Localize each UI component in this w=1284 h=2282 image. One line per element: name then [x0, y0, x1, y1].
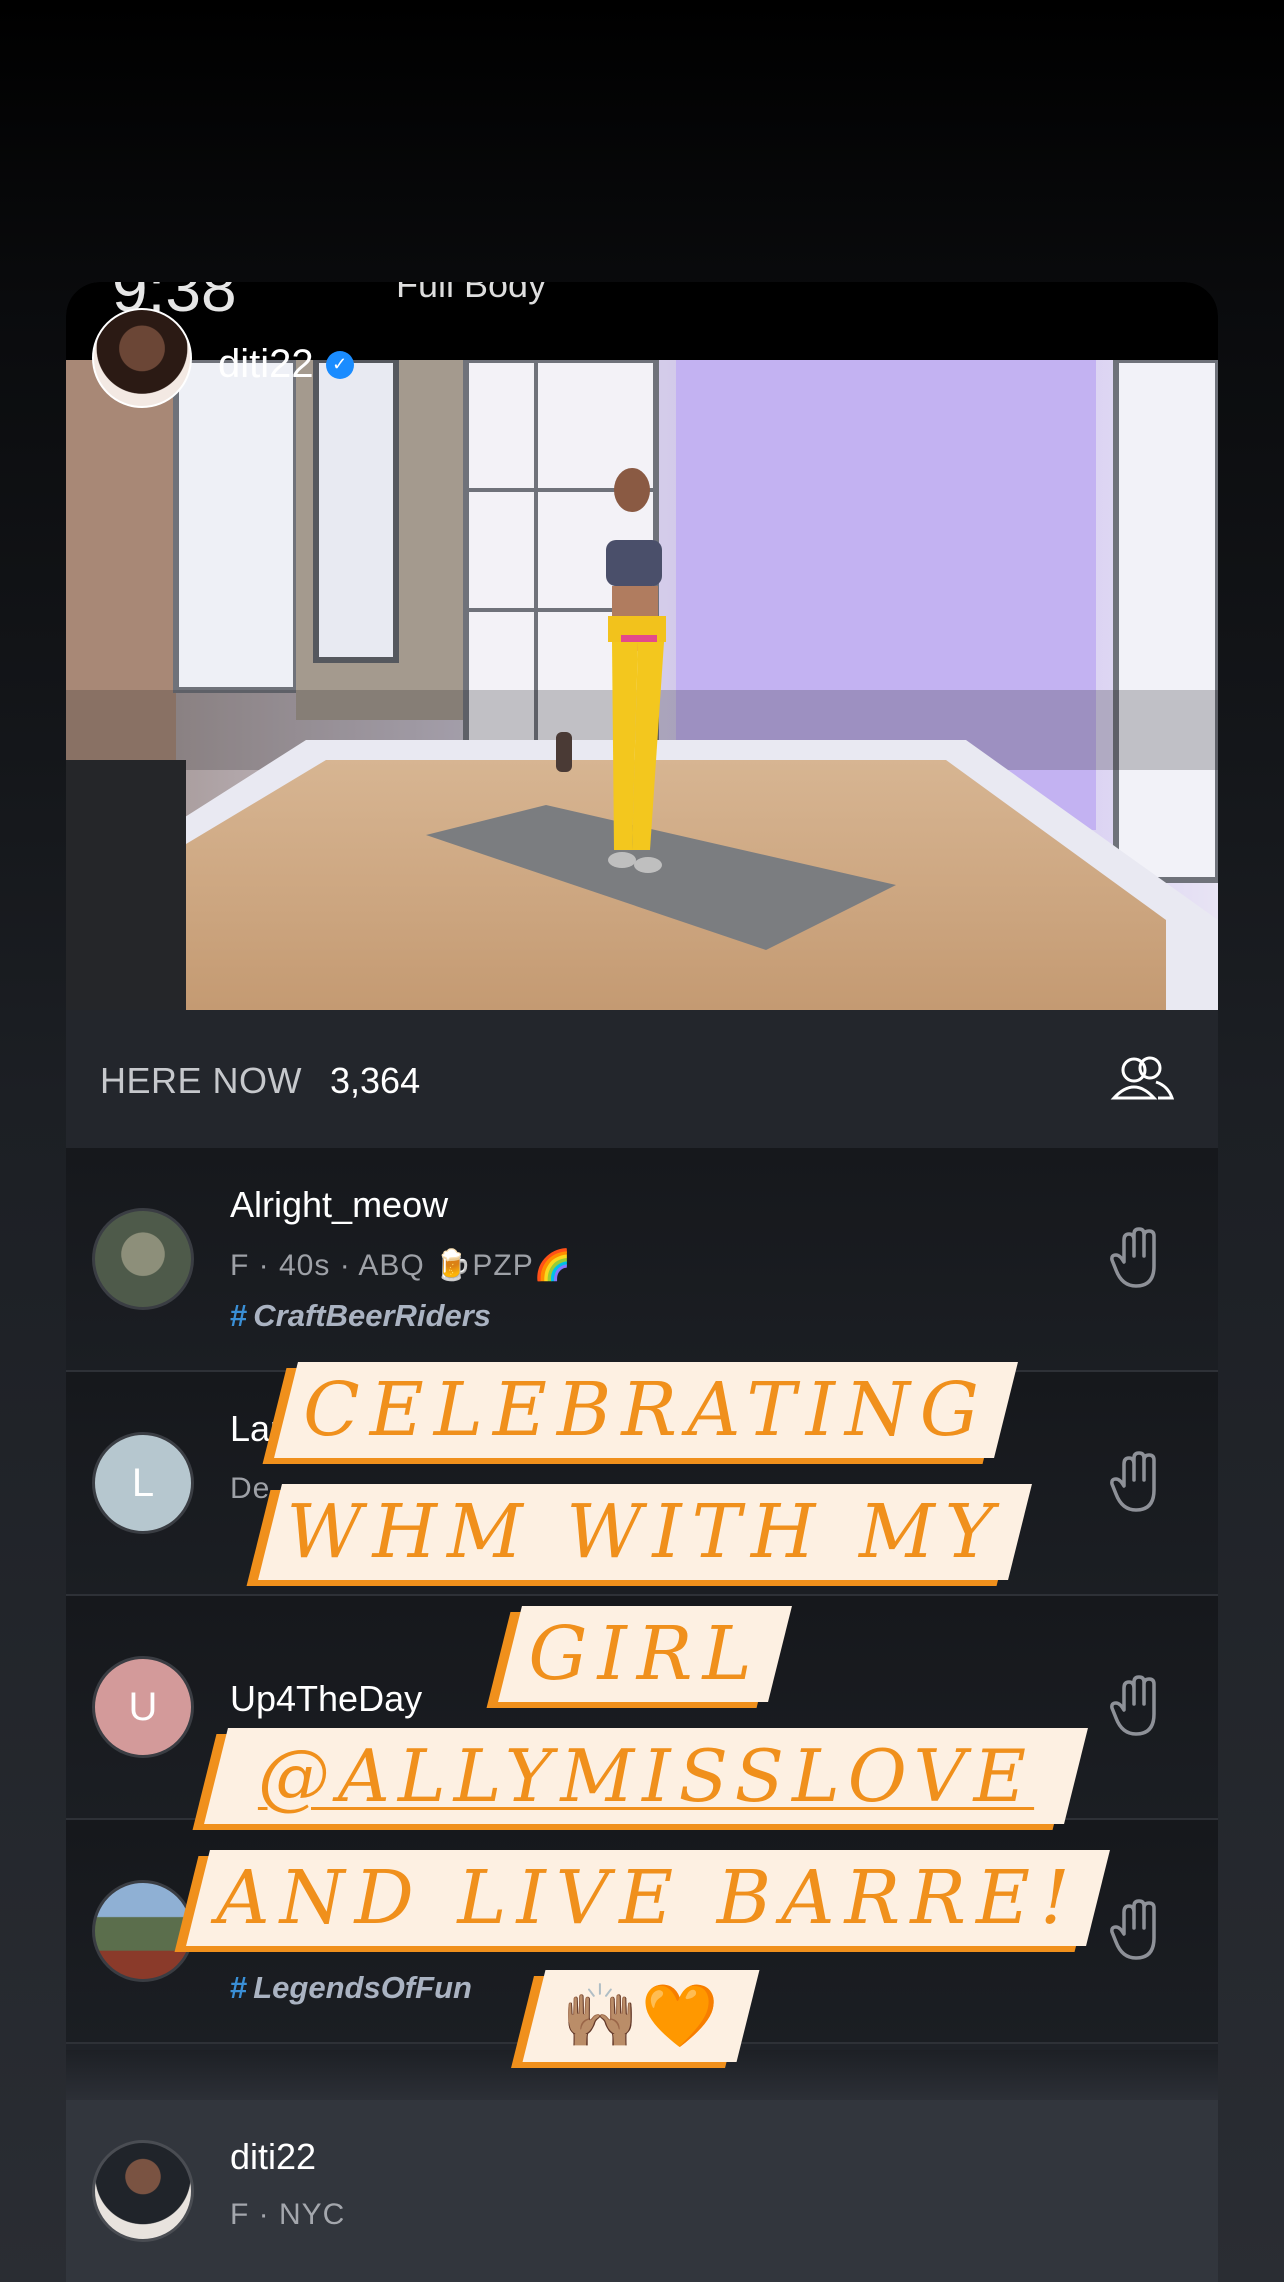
- video-player[interactable]: [66, 360, 1218, 1010]
- host-name[interactable]: diti22 ✓: [218, 342, 354, 387]
- host-avatar[interactable]: [92, 308, 192, 408]
- class-video-frame: [66, 360, 1218, 1010]
- raised-hand-icon[interactable]: [1110, 1674, 1166, 1743]
- caption-line-5: AND LIVE BARRE!: [186, 1850, 1110, 1946]
- self-row: diti22 F · NYC: [66, 2100, 1218, 2282]
- avatar[interactable]: [92, 1880, 194, 1982]
- avatar[interactable]: [92, 2140, 194, 2242]
- caption-emoji-sticker: 🙌🏽🧡: [522, 1970, 760, 2062]
- participant-tag[interactable]: # CraftBeerRiders: [230, 1298, 491, 1334]
- raised-hand-icon[interactable]: [1110, 1450, 1166, 1519]
- self-name: diti22: [230, 2136, 317, 2177]
- caption-line-2: WHM WITH MY: [258, 1484, 1032, 1580]
- caption-line-1: CELEBRATING: [274, 1362, 1018, 1458]
- people-icon[interactable]: [1110, 1052, 1175, 1111]
- caption-line-3: GIRL: [498, 1606, 792, 1702]
- raised-hand-icon[interactable]: [1110, 1898, 1166, 1967]
- caption-line-4: @ALLYMISSLOVE: [204, 1728, 1088, 1824]
- avatar[interactable]: [92, 1208, 194, 1310]
- participant-meta: F · 40s · ABQ 🍺PZP🌈: [230, 1249, 573, 1282]
- participant-row[interactable]: Alright_meow F · 40s · ABQ 🍺PZP🌈 # CraftB…: [66, 1148, 1218, 1372]
- self-meta: F · NYC: [230, 2198, 346, 2231]
- here-now-label: HERE NOW: [100, 1060, 302, 1101]
- raised-hand-icon[interactable]: [1110, 1226, 1166, 1295]
- here-now-bar: HERE NOW 3,364: [66, 1010, 1218, 1149]
- class-title: Full Body: [396, 282, 547, 305]
- participant-name: Alright_meow: [230, 1184, 449, 1225]
- here-now-count: 3,364: [330, 1060, 421, 1101]
- avatar[interactable]: L: [92, 1432, 194, 1534]
- participant-meta: De: [230, 1472, 271, 1505]
- verified-check-icon: ✓: [325, 350, 354, 379]
- participant-name: Up4TheDay: [230, 1678, 423, 1719]
- avatar[interactable]: U: [92, 1656, 194, 1758]
- participant-tag[interactable]: # LegendsOfFun: [230, 1970, 472, 2006]
